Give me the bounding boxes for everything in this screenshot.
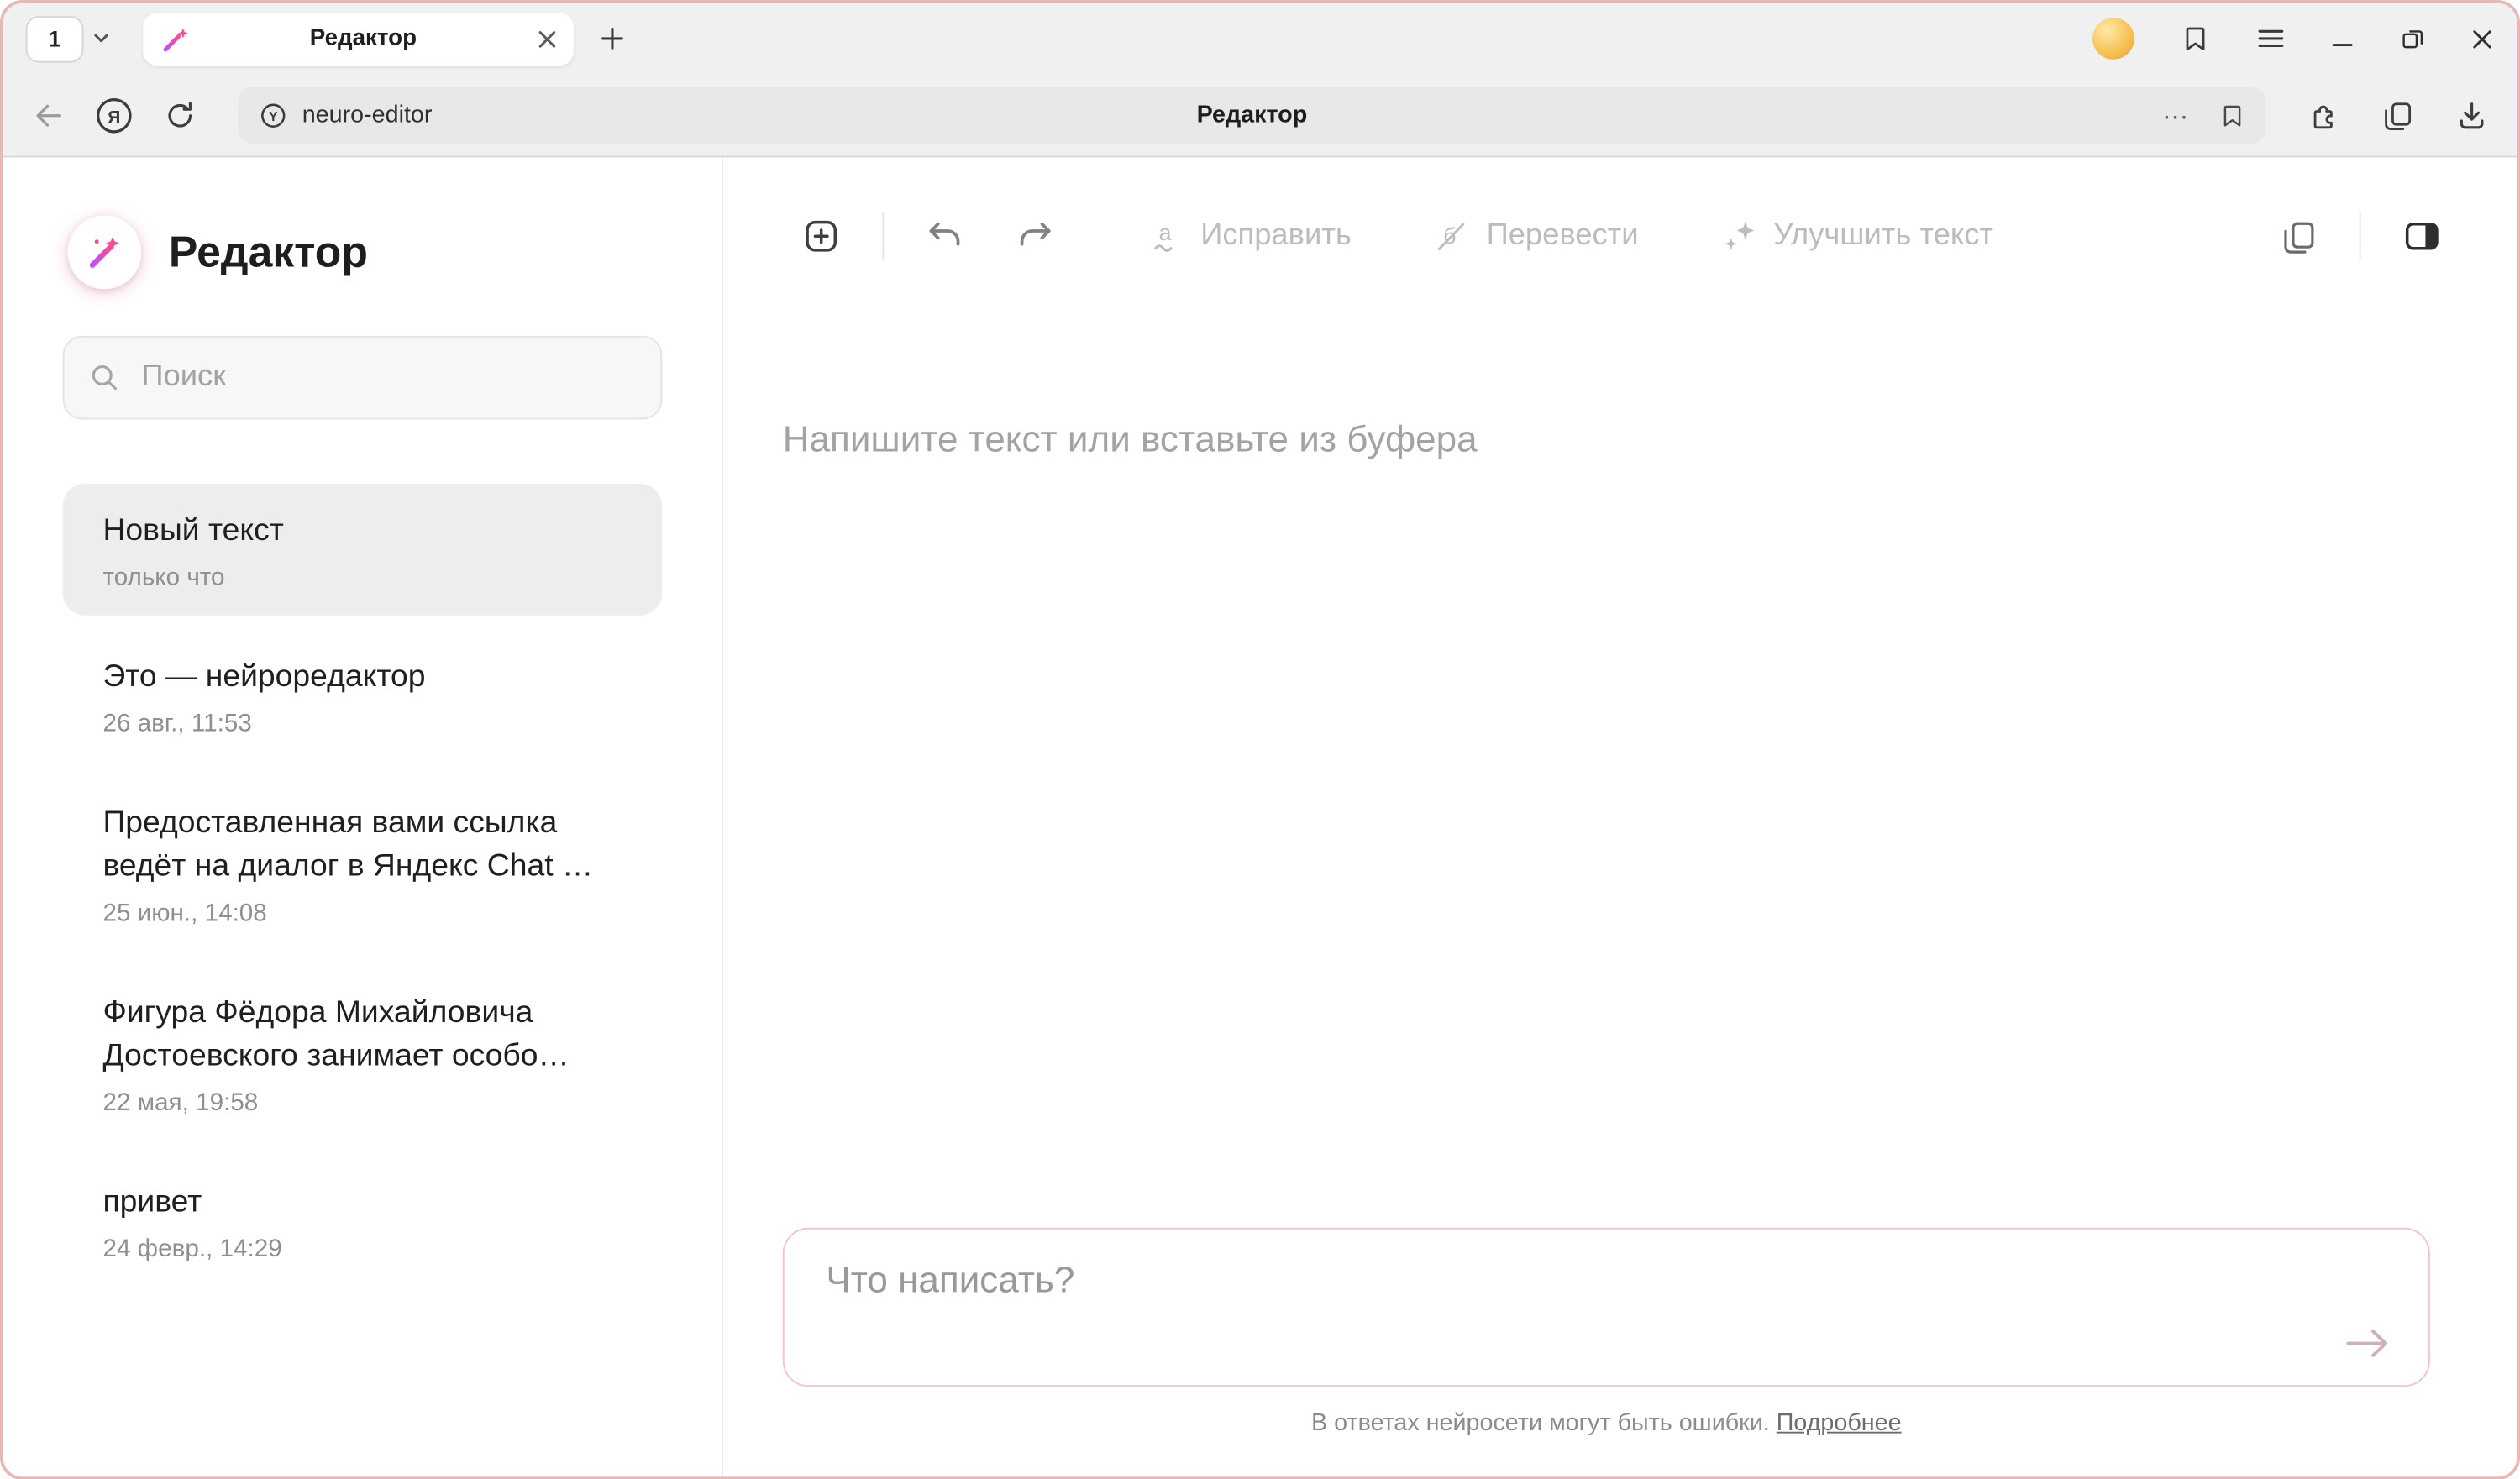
app-content: Редактор Новый текст только что Это — не… — [3, 158, 2517, 1476]
editor-pane: а Исправить б Перевести Улучшить текст — [723, 158, 2517, 1476]
app-logo-row: Редактор — [63, 215, 663, 289]
doc-title: Это — нейроредактор — [102, 656, 622, 700]
tab-close-icon[interactable] — [537, 28, 558, 49]
svg-text:Я: Я — [108, 107, 120, 126]
extensions-puzzle-icon[interactable] — [2307, 97, 2342, 133]
panel-toggle-icon[interactable] — [2401, 215, 2443, 257]
translate-icon: б — [1432, 217, 1471, 255]
document-list: Новый текст только что Это — нейроредакт… — [63, 484, 663, 1288]
spellcheck-icon: а — [1146, 217, 1184, 255]
search-input[interactable] — [139, 359, 637, 397]
download-icon[interactable] — [2454, 97, 2490, 133]
sidebar-bookmark-icon[interactable] — [2179, 23, 2211, 55]
navigation-bar: Я Y neuro-editor Редактор … — [3, 74, 2517, 156]
sidebar: Редактор Новый текст только что Это — не… — [3, 158, 723, 1476]
address-bar[interactable]: Y neuro-editor Редактор … — [238, 86, 2266, 144]
send-arrow-icon[interactable] — [2342, 1324, 2393, 1362]
window-close-button[interactable] — [2470, 27, 2495, 51]
tab-editor[interactable]: Редактор — [143, 12, 574, 65]
list-item[interactable]: Предоставленная вами ссылка ведёт на диа… — [63, 776, 663, 952]
more-info-link[interactable]: Подробнее — [1777, 1408, 1902, 1436]
avatar[interactable] — [2092, 18, 2134, 60]
more-actions-icon[interactable]: … — [2161, 102, 2190, 128]
doc-time: 25 июн., 14:08 — [102, 899, 622, 928]
improve-text-button[interactable]: Улучшить текст — [1719, 217, 1993, 255]
site-icon[interactable]: Y — [259, 101, 287, 129]
tab-list-chevron-icon[interactable] — [92, 29, 111, 48]
toolbar-divider — [2360, 212, 2361, 260]
tab-strip: 1 Редактор — [3, 3, 2517, 74]
yandex-home-icon[interactable]: Я — [93, 94, 135, 136]
app-title: Редактор — [169, 228, 368, 277]
doc-time: 24 февр., 14:29 — [102, 1235, 622, 1264]
tab-counter-button[interactable]: 1 — [26, 15, 84, 61]
search-icon — [88, 361, 120, 393]
search-box[interactable] — [63, 336, 663, 419]
window-minimize-button[interactable] — [2330, 27, 2355, 51]
doc-time: 22 мая, 19:58 — [102, 1089, 622, 1118]
bookmark-flag-icon[interactable] — [2218, 101, 2246, 129]
undo-icon[interactable] — [924, 215, 966, 257]
svg-text:б: б — [1443, 223, 1456, 249]
browser-window: 1 Редактор — [0, 0, 2520, 1479]
back-icon[interactable] — [30, 97, 66, 133]
disclaimer-text: В ответах нейросети могут быть ошибки. — [1311, 1408, 1770, 1436]
redo-icon[interactable] — [1014, 215, 1056, 257]
svg-text:Y: Y — [269, 109, 278, 123]
new-tab-button[interactable] — [600, 26, 626, 52]
copy-icon[interactable] — [2279, 216, 2319, 256]
improve-text-label: Улучшить текст — [1773, 218, 1993, 254]
toolbar-divider — [882, 212, 884, 260]
doc-title: Предоставленная вами ссылка ведёт на диа… — [102, 802, 622, 889]
wand-icon — [159, 24, 189, 54]
page-title: Редактор — [238, 102, 2266, 129]
doc-title: Новый текст — [102, 510, 622, 553]
window-restore-button[interactable] — [2400, 26, 2426, 52]
prompt-box[interactable] — [783, 1227, 2430, 1386]
tab-title: Редактор — [190, 26, 537, 52]
doc-time: только что — [102, 564, 622, 593]
app-logo-wand-icon — [67, 215, 141, 289]
prompt-input[interactable] — [823, 1254, 2313, 1354]
reload-icon[interactable] — [162, 97, 197, 133]
editor-placeholder: Напишите текст или вставьте из буфера — [783, 417, 2440, 461]
fix-text-label: Исправить — [1200, 218, 1352, 254]
translate-button[interactable]: б Перевести — [1432, 217, 1639, 255]
doc-title: привет — [102, 1181, 622, 1225]
address-right-group: … — [2161, 101, 2246, 129]
url-text: neuro-editor — [302, 102, 433, 129]
chrome-right-controls — [2092, 18, 2494, 60]
editor-toolbar: а Исправить б Перевести Улучшить текст — [723, 158, 2517, 290]
doc-title: Фигура Фёдора Михайловича Достоевского з… — [102, 991, 622, 1078]
list-item[interactable]: Фигура Фёдора Михайловича Достоевского з… — [63, 966, 663, 1141]
list-item[interactable]: привет 24 февр., 14:29 — [63, 1156, 663, 1288]
translate-label: Перевести — [1487, 218, 1639, 254]
address-site-group: Y neuro-editor — [259, 101, 432, 129]
disclaimer-footer: В ответах нейросети могут быть ошибки. П… — [723, 1386, 2517, 1476]
menu-hamburger-icon[interactable] — [2256, 26, 2285, 52]
browser-chrome: 1 Редактор — [3, 3, 2517, 158]
doc-time: 26 авг., 11:53 — [102, 711, 622, 739]
editor-canvas[interactable]: Напишите текст или вставьте из буфера — [723, 289, 2517, 1226]
list-item[interactable]: Новый текст только что — [63, 484, 663, 616]
nav-right-icons — [2307, 97, 2490, 133]
list-item[interactable]: Это — нейроредактор 26 авг., 11:53 — [63, 630, 663, 762]
sparkles-icon — [1719, 217, 1757, 255]
svg-text:а: а — [1159, 220, 1172, 245]
collections-icon[interactable] — [2381, 97, 2416, 133]
fix-text-button[interactable]: а Исправить — [1146, 217, 1352, 255]
new-document-icon[interactable] — [801, 215, 843, 257]
